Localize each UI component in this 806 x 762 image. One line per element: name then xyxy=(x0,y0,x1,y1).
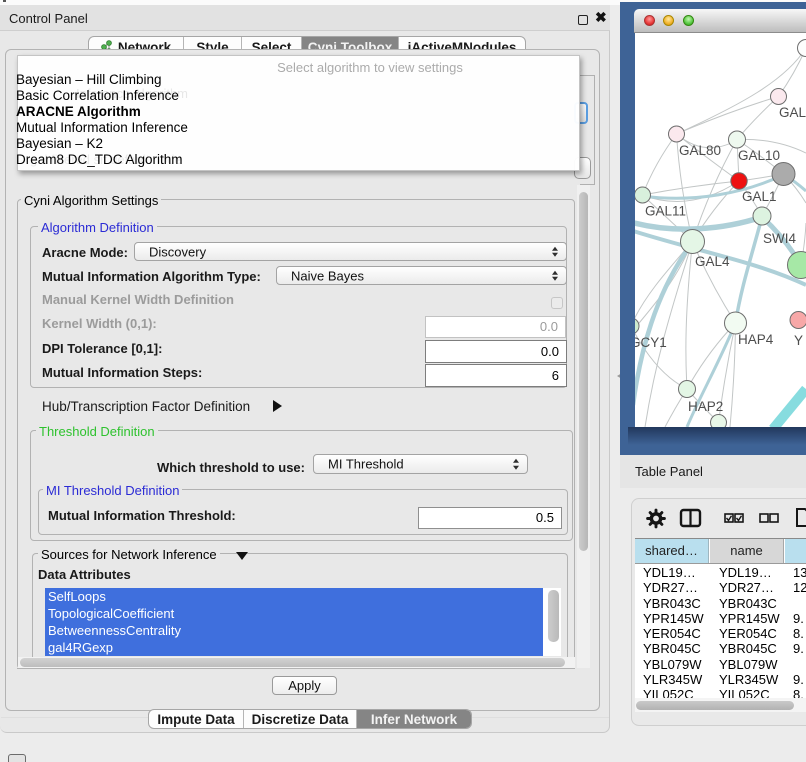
svg-text:HAP2: HAP2 xyxy=(688,399,723,414)
svg-text:GAL4: GAL4 xyxy=(695,254,730,269)
svg-text:SWI4: SWI4 xyxy=(763,231,796,246)
svg-text:GCY1: GCY1 xyxy=(635,335,667,350)
svg-text:GAL80: GAL80 xyxy=(679,143,721,158)
svg-text:Y: Y xyxy=(794,333,803,348)
svg-text:GAL10: GAL10 xyxy=(738,148,780,163)
svg-text:GAL11: GAL11 xyxy=(645,204,686,219)
svg-text:GAL1: GAL1 xyxy=(742,189,777,204)
svg-text:HAP4: HAP4 xyxy=(738,332,774,347)
svg-text:GAL7: GAL7 xyxy=(779,105,806,120)
